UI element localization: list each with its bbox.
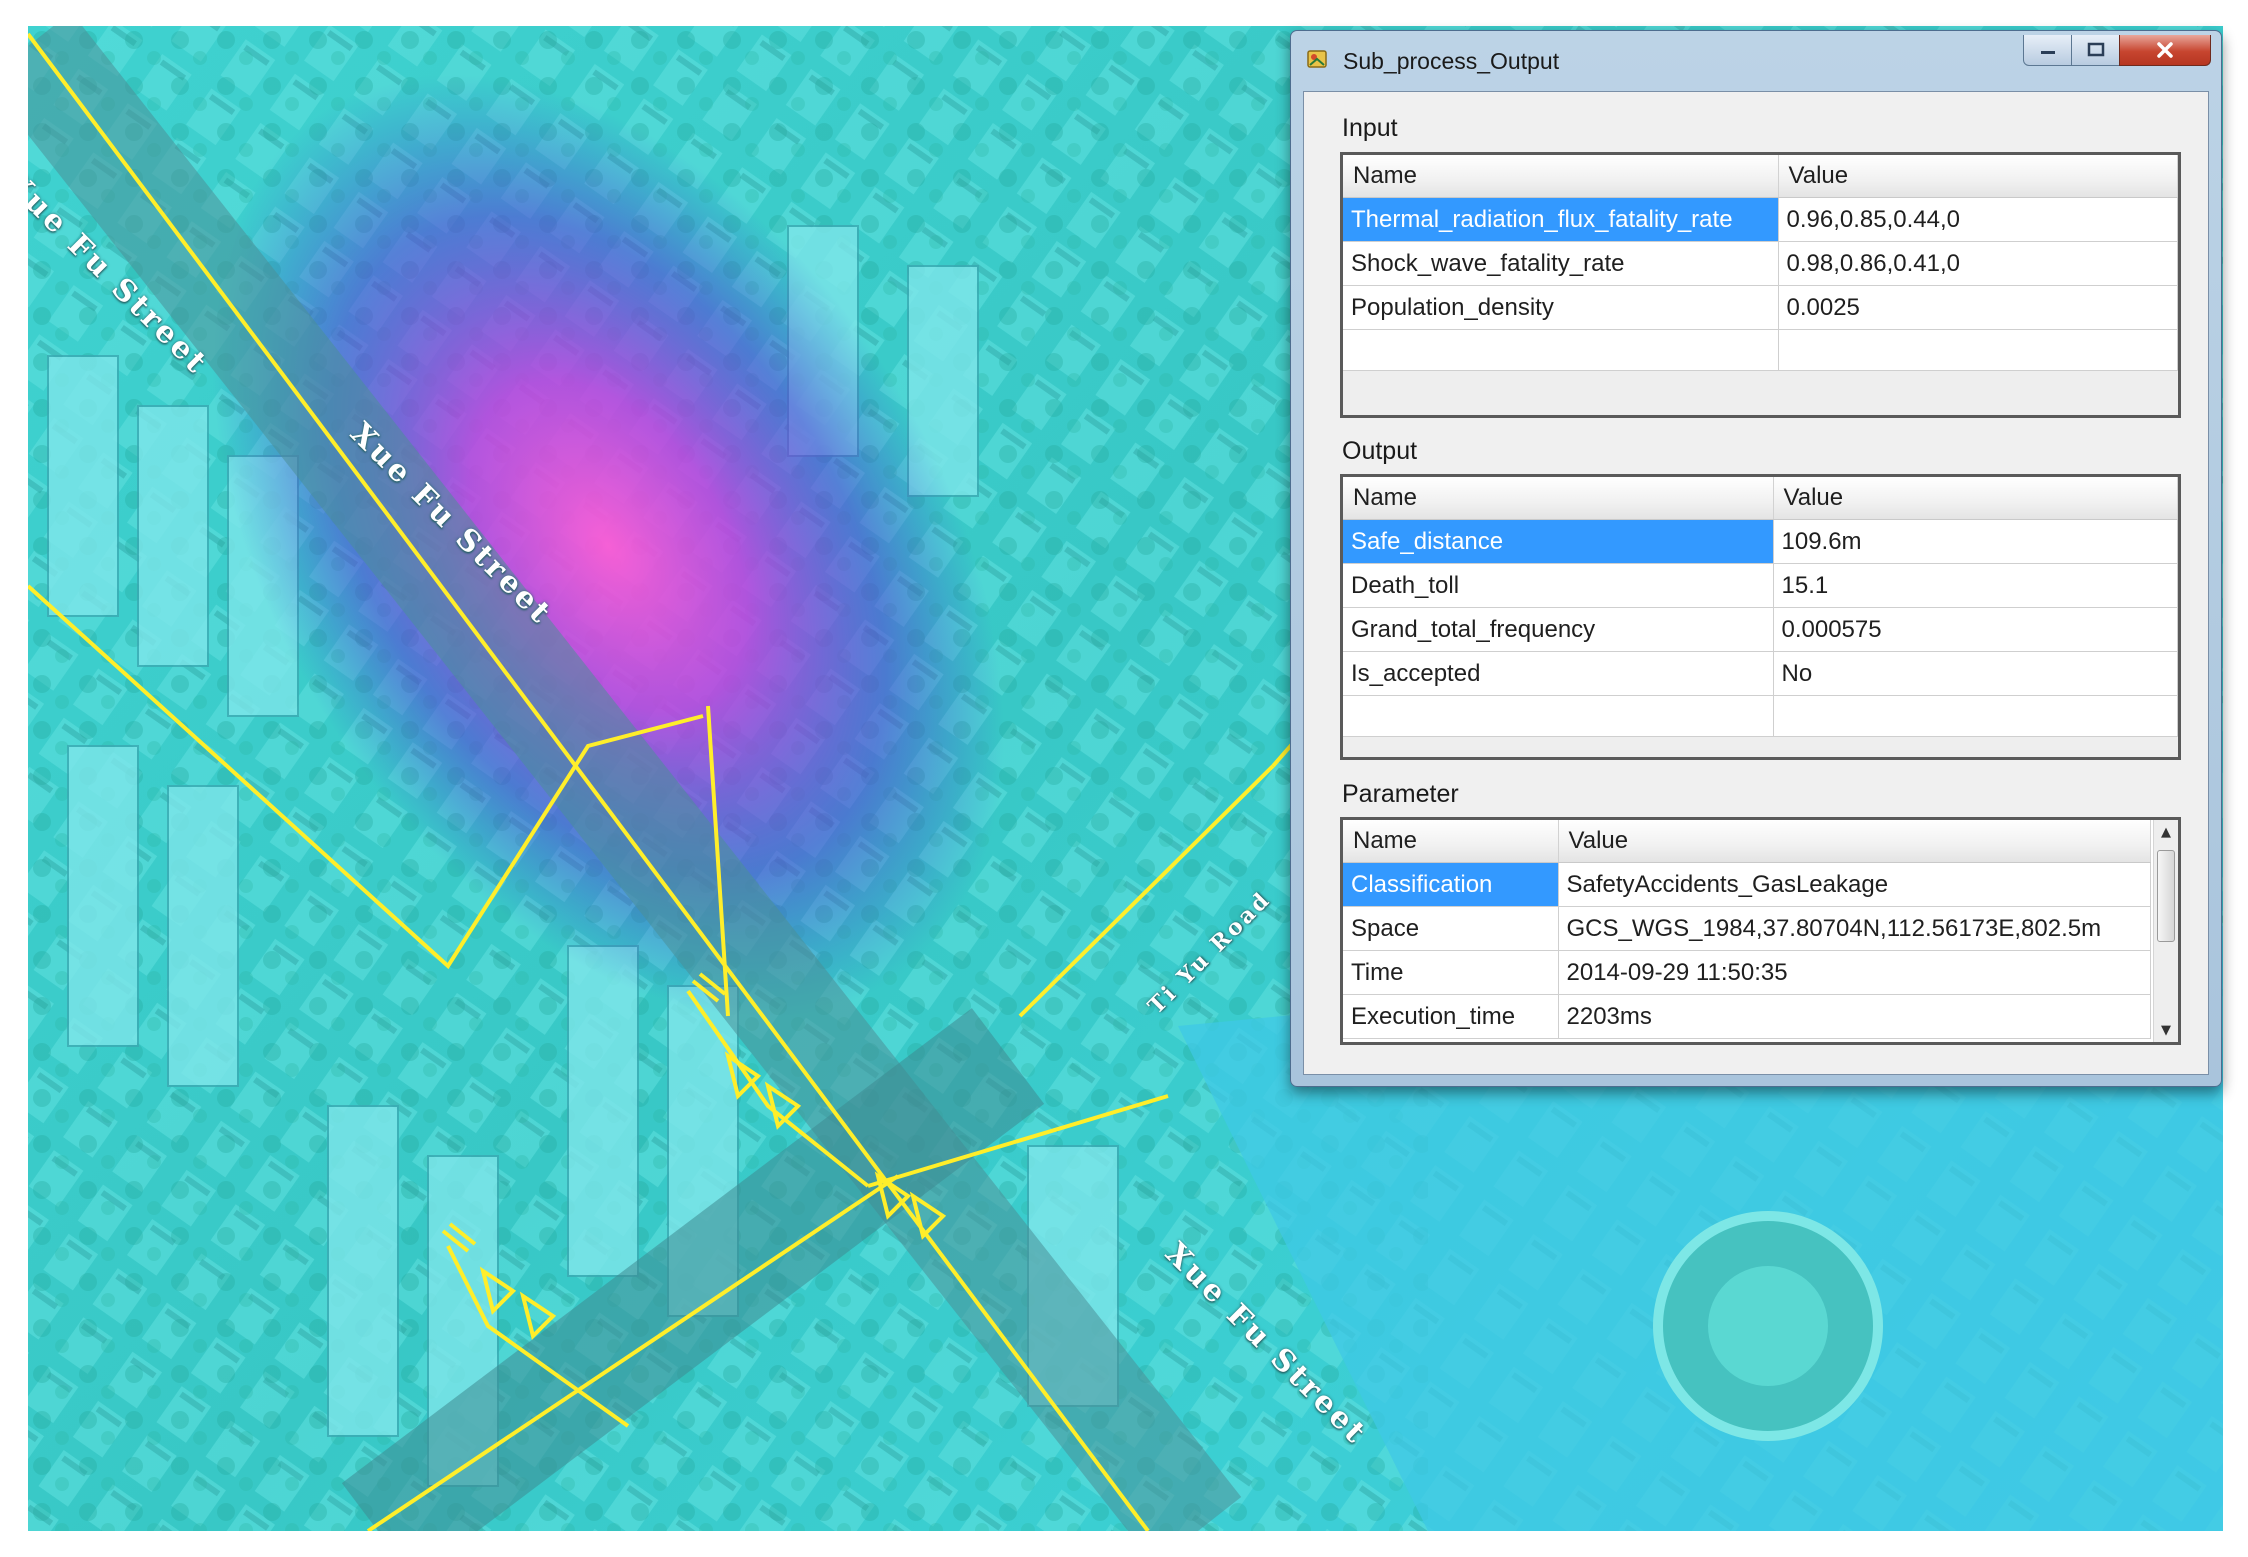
scrollbar-thumb[interactable] bbox=[2157, 850, 2175, 942]
minimize-button[interactable] bbox=[2023, 35, 2073, 66]
parameter-grid-header: Name Value bbox=[1343, 820, 2151, 863]
parameter-value-cell[interactable]: 2014-09-29 11:50:35 bbox=[1558, 950, 2151, 995]
parameter-value-cell[interactable]: 2203ms bbox=[1558, 994, 2151, 1039]
parameter-grid[interactable]: Name Value Classification SafetyAccident… bbox=[1340, 817, 2181, 1045]
output-name-cell[interactable]: Grand_total_frequency bbox=[1343, 607, 1774, 652]
output-value-cell[interactable]: 109.6m bbox=[1773, 519, 2178, 564]
output-section-label: Output bbox=[1342, 437, 1418, 465]
column-header-name[interactable]: Name bbox=[1343, 820, 1559, 863]
table-row[interactable]: Death_toll 15.1 bbox=[1343, 563, 2178, 608]
table-row-empty[interactable] bbox=[1343, 329, 2178, 373]
grid-footer bbox=[1343, 370, 2178, 415]
sub-process-output-window[interactable]: Sub_process_Output Input Name Value Ther… bbox=[1290, 30, 2222, 1087]
column-header-value[interactable]: Value bbox=[1778, 155, 2178, 198]
window-client-area: Input Name Value Thermal_radiation_flux_… bbox=[1303, 91, 2209, 1075]
input-name-cell[interactable]: Thermal_radiation_flux_fatality_rate bbox=[1343, 197, 1779, 242]
table-row[interactable]: Execution_time 2203ms bbox=[1343, 994, 2151, 1039]
table-row[interactable]: Space GCS_WGS_1984,37.80704N,112.56173E,… bbox=[1343, 906, 2151, 951]
output-name-cell[interactable]: Is_accepted bbox=[1343, 651, 1774, 696]
table-row[interactable]: Population_density 0.0025 bbox=[1343, 285, 2178, 330]
output-value-cell[interactable]: 0.000575 bbox=[1773, 607, 2178, 652]
scroll-up-arrow-icon[interactable]: ▲ bbox=[2154, 820, 2178, 844]
table-row[interactable]: Classification SafetyAccidents_GasLeakag… bbox=[1343, 862, 2151, 907]
parameter-value-cell[interactable]: GCS_WGS_1984,37.80704N,112.56173E,802.5m bbox=[1558, 906, 2151, 951]
input-name-cell[interactable]: Shock_wave_fatality_rate bbox=[1343, 241, 1779, 286]
parameter-name-cell[interactable]: Classification bbox=[1343, 862, 1559, 907]
minimize-icon bbox=[2041, 51, 2055, 54]
input-value-cell[interactable]: 0.98,0.86,0.41,0 bbox=[1778, 241, 2178, 286]
parameter-name-cell[interactable]: Space bbox=[1343, 906, 1559, 951]
parameter-name-cell[interactable]: Execution_time bbox=[1343, 994, 1559, 1039]
parameter-section-label: Parameter bbox=[1342, 780, 1459, 808]
output-grid-header: Name Value bbox=[1343, 477, 2178, 520]
input-grid-header: Name Value bbox=[1343, 155, 2178, 198]
parameter-name-cell[interactable]: Time bbox=[1343, 950, 1559, 995]
table-row[interactable]: Grand_total_frequency 0.000575 bbox=[1343, 607, 2178, 652]
table-row[interactable]: Is_accepted No bbox=[1343, 651, 2178, 696]
empty-cell[interactable] bbox=[1778, 329, 2178, 373]
table-row[interactable]: Safe_distance 109.6m bbox=[1343, 519, 2178, 564]
input-value-cell[interactable]: 0.96,0.85,0.44,0 bbox=[1778, 197, 2178, 242]
column-header-name[interactable]: Name bbox=[1343, 477, 1774, 520]
maximize-button[interactable] bbox=[2071, 35, 2121, 66]
close-icon bbox=[2157, 42, 2173, 58]
output-name-cell[interactable]: Death_toll bbox=[1343, 563, 1774, 608]
input-grid[interactable]: Name Value Thermal_radiation_flux_fatali… bbox=[1340, 152, 2181, 418]
close-button[interactable] bbox=[2119, 35, 2211, 66]
table-row-empty[interactable] bbox=[1343, 695, 2178, 739]
table-row[interactable]: Shock_wave_fatality_rate 0.98,0.86,0.41,… bbox=[1343, 241, 2178, 286]
table-row[interactable]: Thermal_radiation_flux_fatality_rate 0.9… bbox=[1343, 197, 2178, 242]
empty-cell[interactable] bbox=[1773, 695, 2178, 739]
output-name-cell[interactable]: Safe_distance bbox=[1343, 519, 1774, 564]
empty-cell[interactable] bbox=[1343, 329, 1779, 373]
table-row[interactable]: Time 2014-09-29 11:50:35 bbox=[1343, 950, 2151, 995]
window-titlebar[interactable]: Sub_process_Output bbox=[1291, 31, 2221, 91]
column-header-value[interactable]: Value bbox=[1773, 477, 2178, 520]
column-header-name[interactable]: Name bbox=[1343, 155, 1779, 198]
output-value-cell[interactable]: No bbox=[1773, 651, 2178, 696]
column-header-value[interactable]: Value bbox=[1558, 820, 2151, 863]
app-icon[interactable] bbox=[1305, 47, 1331, 73]
empty-cell[interactable] bbox=[1343, 695, 1774, 739]
parameter-value-cell[interactable]: SafetyAccidents_GasLeakage bbox=[1558, 862, 2151, 907]
parameter-vertical-scrollbar[interactable]: ▲ ▼ bbox=[2153, 820, 2178, 1042]
output-value-cell[interactable]: 15.1 bbox=[1773, 563, 2178, 608]
grid-footer bbox=[1343, 736, 2178, 757]
window-title: Sub_process_Output bbox=[1343, 48, 1560, 74]
input-name-cell[interactable]: Population_density bbox=[1343, 285, 1779, 330]
scroll-down-arrow-icon[interactable]: ▼ bbox=[2154, 1018, 2178, 1042]
input-section-label: Input bbox=[1342, 114, 1398, 142]
maximize-icon bbox=[2087, 42, 2105, 57]
input-value-cell[interactable]: 0.0025 bbox=[1778, 285, 2178, 330]
output-grid[interactable]: Name Value Safe_distance 109.6m Death_to… bbox=[1340, 474, 2181, 760]
